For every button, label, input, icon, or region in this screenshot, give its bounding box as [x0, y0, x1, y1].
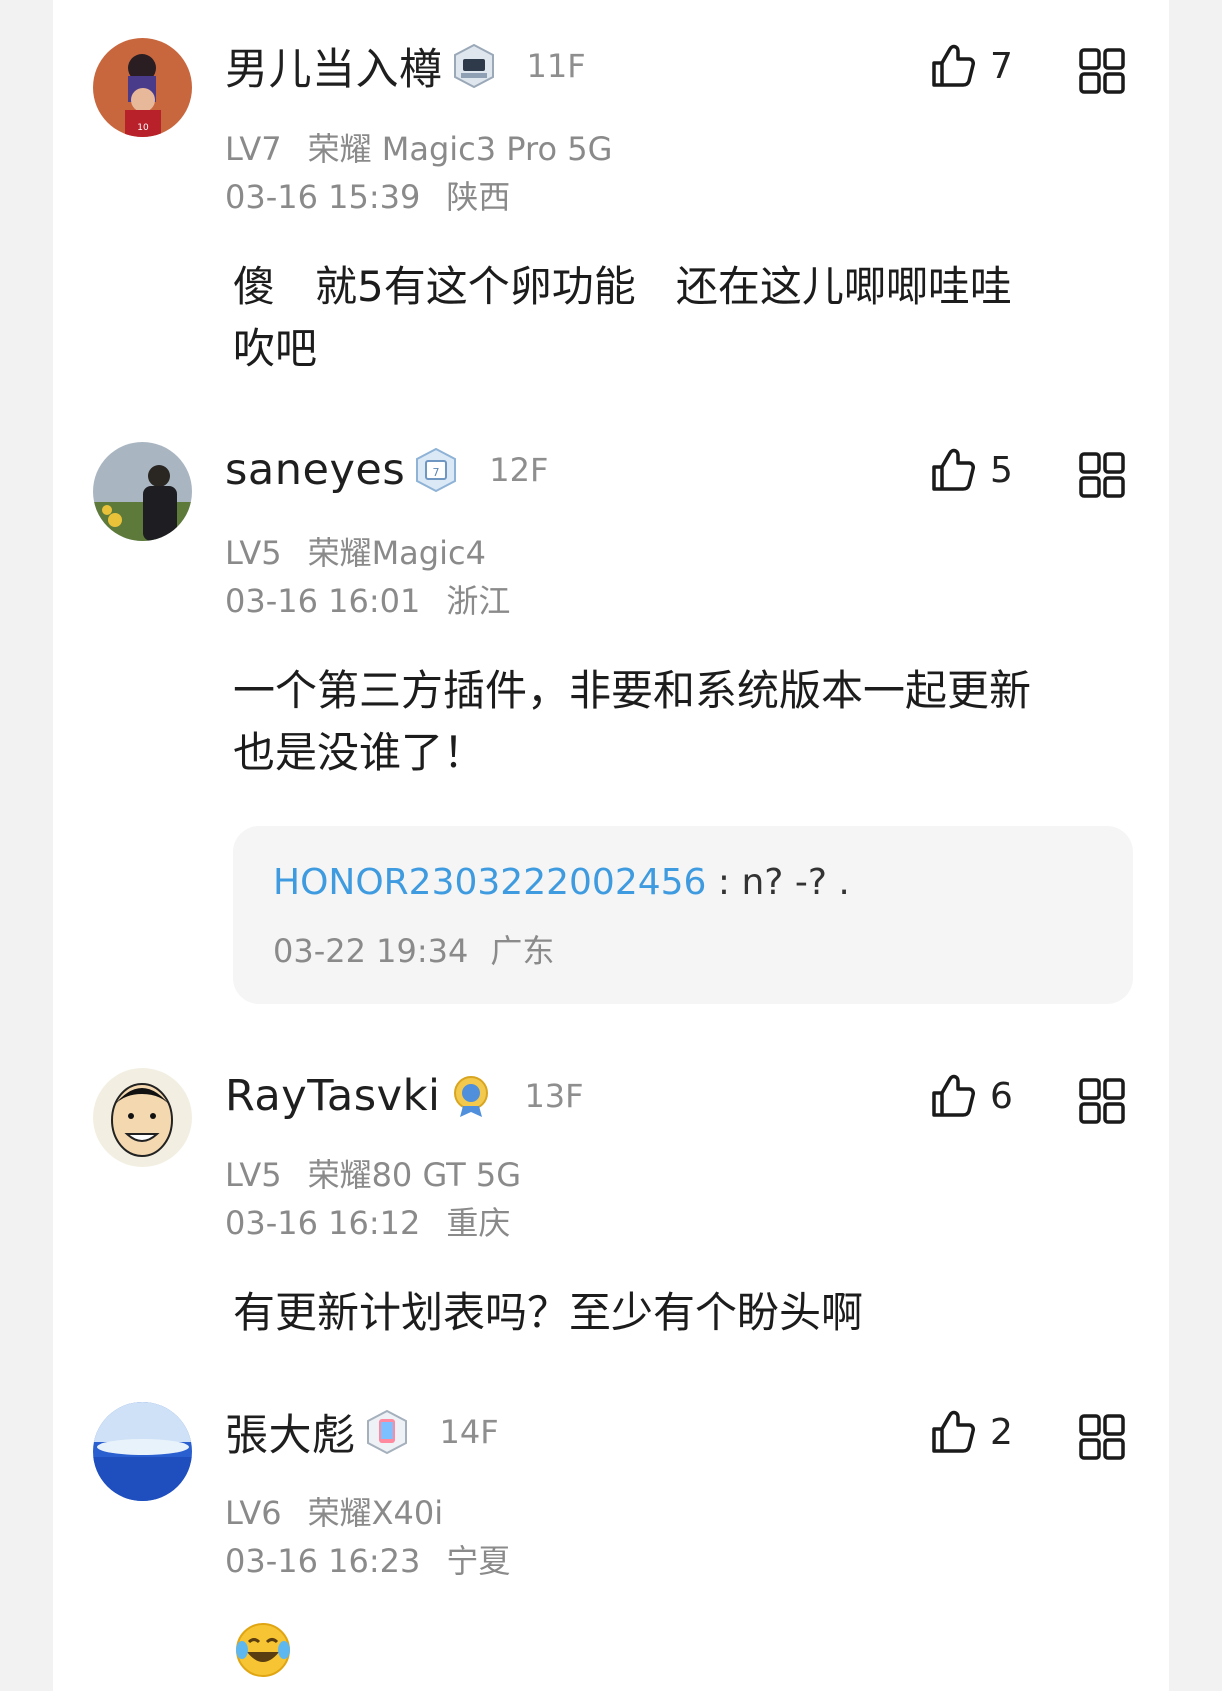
reply-preview[interactable]: HONOR2303222002456 : n? -? . 03-22 19:34…: [233, 826, 1133, 1004]
device-info: LV6 荣耀X40i: [225, 1488, 443, 1534]
reply-text: : n? -? .: [706, 862, 850, 903]
post-info: 03-16 15:39 陕西: [225, 172, 510, 218]
thumbs-up-icon: [932, 1074, 975, 1117]
user-level: LV6: [225, 1494, 282, 1532]
comment-list: 10 男儿当入樽 11F 7 LV7 荣耀 Magic3 Pro 5G 03-16…: [53, 0, 1169, 1691]
more-options-icon[interactable]: [1077, 1076, 1127, 1126]
reply-username[interactable]: HONOR2303222002456: [273, 862, 706, 903]
post-date: 03-16 16:01: [225, 582, 421, 620]
reply-date: 03-22 19:34: [273, 932, 469, 970]
thumbs-up-icon: [932, 44, 975, 87]
user-level: LV5: [225, 1156, 282, 1194]
phone-badge-icon[interactable]: [364, 1409, 410, 1455]
device-info: LV5 荣耀Magic4: [225, 528, 486, 574]
user-level: LV5: [225, 534, 282, 572]
post-location: 浙江: [446, 582, 511, 620]
post-date: 03-16 16:23: [225, 1542, 421, 1580]
post-info: 03-16 16:12 重庆: [225, 1198, 510, 1244]
device-name: 荣耀Magic4: [307, 534, 486, 572]
like-count: 5: [990, 449, 1013, 491]
floor-number: 11F: [526, 47, 586, 85]
thumbs-up-icon: [932, 448, 975, 491]
floor-number: 14F: [439, 1413, 499, 1451]
comment-text: 傻 就5有这个卵功能 还在这儿唧唧哇哇 吹吧: [233, 262, 1012, 373]
username[interactable]: 男儿当入樽: [225, 35, 443, 97]
like-button[interactable]: 5: [928, 442, 1013, 498]
medal-badge-icon[interactable]: [448, 1073, 494, 1119]
avatar[interactable]: [93, 1402, 192, 1501]
post-location: 宁夏: [446, 1542, 511, 1580]
calendar-badge-icon[interactable]: 7: [413, 447, 459, 493]
svg-text:7: 7: [433, 466, 440, 479]
device-info: LV5 荣耀80 GT 5G: [225, 1150, 521, 1196]
avatar[interactable]: 10: [93, 38, 192, 137]
comment-text: 一个第三方插件，非要和系统版本一起更新 也是没谁了！: [233, 666, 1032, 777]
reply-location: 广东: [490, 932, 555, 970]
like-count: 6: [990, 1075, 1013, 1117]
avatar[interactable]: [93, 1068, 192, 1167]
device-name: 荣耀80 GT 5G: [307, 1156, 521, 1194]
post-info: 03-16 16:23 宁夏: [225, 1536, 510, 1582]
post-location: 陕西: [446, 178, 511, 216]
like-count: 7: [990, 45, 1013, 87]
post-date: 03-16 15:39: [225, 178, 421, 216]
username[interactable]: saneyes: [225, 445, 405, 495]
username[interactable]: 張大彪: [225, 1401, 356, 1463]
avatar[interactable]: [93, 442, 192, 541]
floor-number: 13F: [524, 1077, 584, 1115]
more-options-icon[interactable]: [1077, 46, 1127, 96]
username[interactable]: RayTasvki: [225, 1071, 440, 1121]
like-count: 2: [990, 1411, 1013, 1453]
user-level: LV7: [225, 130, 282, 168]
like-button[interactable]: 7: [928, 38, 1013, 94]
more-options-icon[interactable]: [1077, 1412, 1127, 1462]
more-options-icon[interactable]: [1077, 450, 1127, 500]
device-name: 荣耀 Magic3 Pro 5G: [307, 130, 613, 168]
like-button[interactable]: 6: [928, 1068, 1013, 1124]
like-button[interactable]: 2: [928, 1404, 1013, 1460]
post-date: 03-16 16:12: [225, 1204, 421, 1242]
floor-number: 12F: [489, 451, 549, 489]
device-name: 荣耀X40i: [307, 1494, 444, 1532]
post-location: 重庆: [446, 1204, 511, 1242]
forum-badge-icon[interactable]: [451, 43, 497, 89]
thumbs-up-icon: [932, 1410, 975, 1453]
svg-text:10: 10: [137, 123, 149, 133]
tears-of-joy-emoji: [233, 1620, 293, 1680]
post-info: 03-16 16:01 浙江: [225, 576, 510, 622]
device-info: LV7 荣耀 Magic3 Pro 5G: [225, 124, 612, 170]
comment-text: 有更新计划表吗？至少有个盼头啊: [233, 1288, 864, 1337]
